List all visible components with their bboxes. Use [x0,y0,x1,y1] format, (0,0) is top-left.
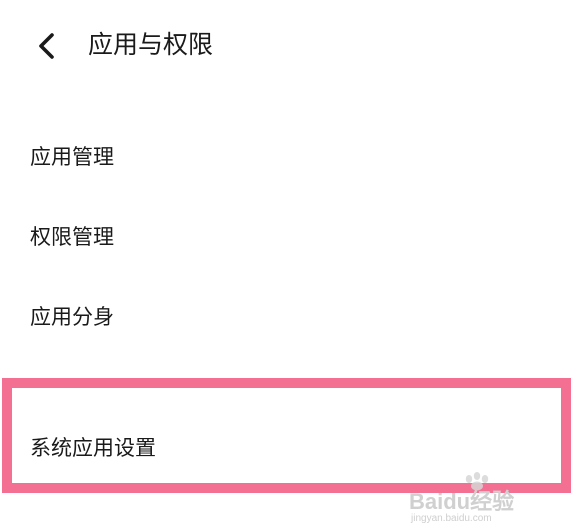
menu-item-app-management[interactable]: 应用管理 [0,128,575,188]
menu-item-label: 系统应用设置 [30,436,156,460]
page-title: 应用与权限 [88,30,214,59]
menu-item-app-clone[interactable]: 应用分身 [0,288,575,348]
menu-item-permission-management[interactable]: 权限管理 [0,208,575,268]
menu-item-label: 应用管理 [30,145,114,169]
header: 应用与权限 [0,0,575,90]
menu-item-label: 权限管理 [30,225,114,249]
chevron-left-icon [39,33,54,59]
menu-item-label: 应用分身 [30,305,114,329]
watermark-url-text: jingyan.baidu.com [410,513,492,523]
menu-item-system-app-settings[interactable]: 系统应用设置 [12,388,561,483]
back-button[interactable] [28,26,68,66]
highlight-frame: 系统应用设置 [2,378,571,493]
